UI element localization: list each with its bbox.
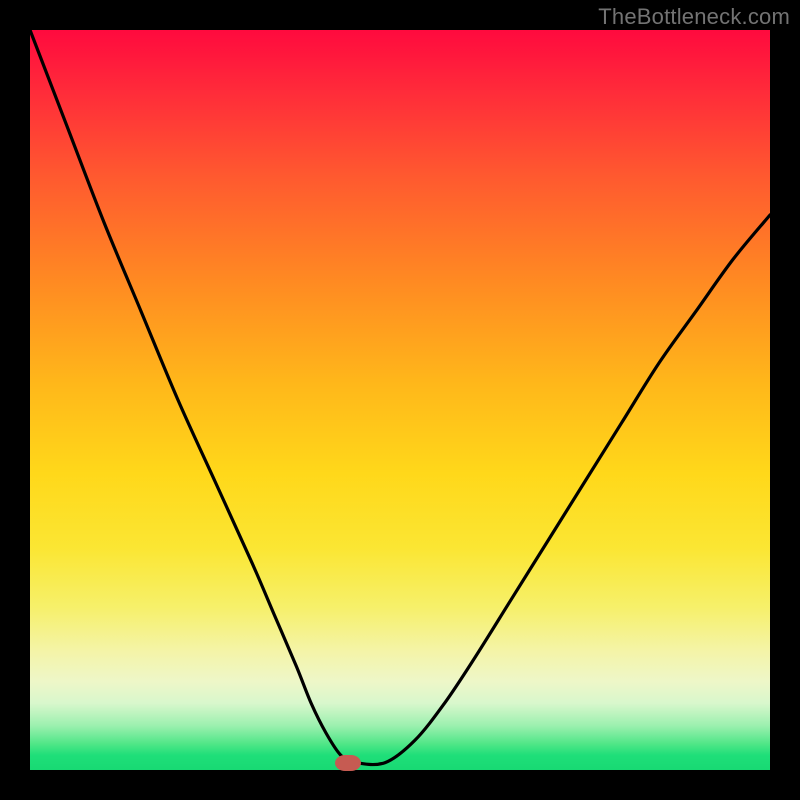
chart-plot-area [30,30,770,770]
bottleneck-curve [30,30,770,770]
curve-path [30,30,770,765]
chart-frame: TheBottleneck.com [0,0,800,800]
optimal-point-marker [335,755,361,771]
watermark-text: TheBottleneck.com [598,4,790,30]
